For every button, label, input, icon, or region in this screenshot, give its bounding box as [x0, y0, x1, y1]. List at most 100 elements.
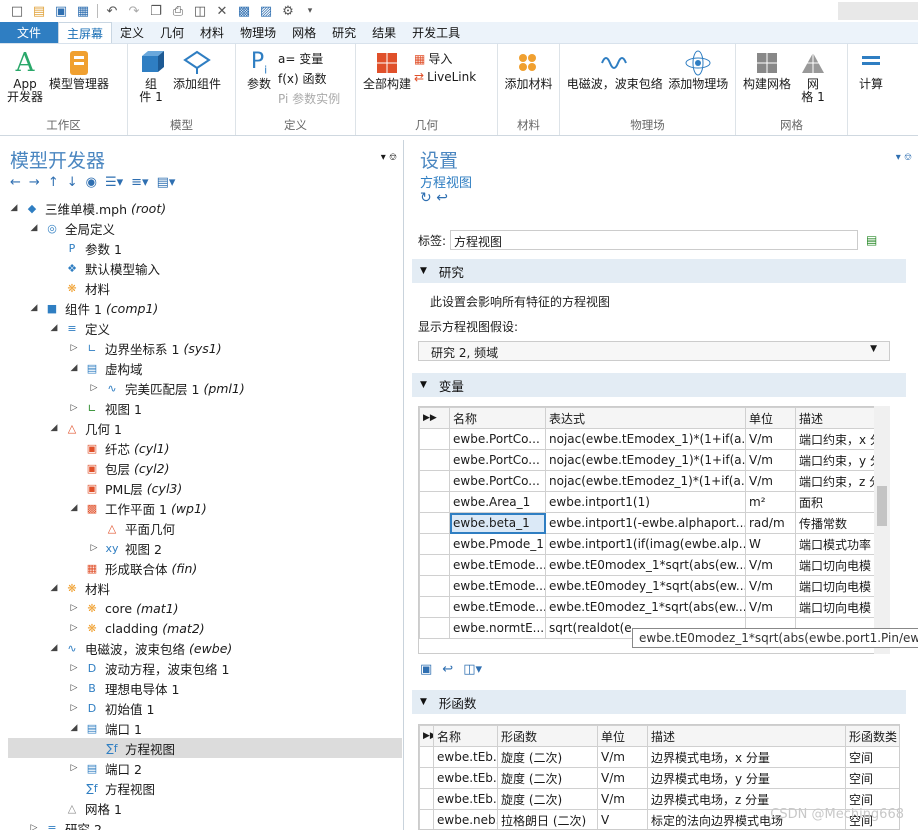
- settings-icon[interactable]: ⚙: [277, 1, 299, 21]
- table-cell[interactable]: V/m: [745, 554, 796, 576]
- tree-item[interactable]: ◢ ■ 组件 1 (comp1): [8, 298, 402, 318]
- save-as-icon[interactable]: ▦: [72, 1, 94, 21]
- tab-physics[interactable]: 物理场: [232, 22, 284, 43]
- column-header[interactable]: 描述: [647, 725, 846, 747]
- table-cell[interactable]: ewbe.tE0modey_1*sqrt(abs(ew...: [545, 575, 746, 597]
- study-section-header[interactable]: ▼ 研究: [412, 259, 906, 283]
- tree-item[interactable]: ∑f 方程视图: [8, 738, 402, 758]
- paste-icon[interactable]: ⎙: [167, 1, 189, 21]
- redo-icon[interactable]: ↷: [123, 1, 145, 21]
- expanded-arrow-icon[interactable]: ◢: [48, 583, 60, 593]
- table-cell[interactable]: ewbe.tEmode...: [449, 596, 546, 618]
- column-header[interactable]: 单位: [745, 407, 796, 429]
- table-row[interactable]: ewbe.tEb...旋度 (二次)V/m边界模式电场，x 分量空间: [419, 746, 899, 768]
- tree-item[interactable]: ∑f 方程视图: [8, 778, 402, 798]
- tree-item[interactable]: ▣ PML层 (cyl3): [8, 478, 402, 498]
- table-row[interactable]: ewbe.Pmode_1 ewbe.intport1(if(imag(ewbe.a…: [419, 533, 889, 555]
- tab-home[interactable]: 主屏幕: [58, 22, 113, 43]
- tab-mesh[interactable]: 网格: [284, 22, 324, 43]
- tree-item[interactable]: ▷ xy 视图 2: [8, 538, 402, 558]
- collapsed-arrow-icon[interactable]: ▷: [68, 703, 80, 713]
- dropdown-icon[interactable]: ▾: [299, 1, 321, 21]
- up-arrow-icon[interactable]: ↑: [48, 175, 59, 190]
- tree-item[interactable]: ◢ ▩ 工作平面 1 (wp1): [8, 498, 402, 518]
- save-icon[interactable]: ▣: [50, 1, 72, 21]
- table-cell[interactable]: m²: [745, 491, 796, 513]
- table-cell[interactable]: ewbe.tEmode...: [449, 575, 546, 597]
- tree-item[interactable]: ▷ ▤ 端口 2: [8, 758, 402, 778]
- tree-item[interactable]: ▷ ≡ 研究 2: [8, 818, 402, 830]
- tree-item[interactable]: △ 平面几何: [8, 518, 402, 538]
- expand-icon[interactable]: ☰▾: [105, 175, 123, 190]
- label-input[interactable]: 方程视图: [450, 230, 859, 250]
- eye-icon[interactable]: ◉: [86, 175, 97, 190]
- new-file-icon[interactable]: □: [6, 1, 28, 21]
- livelink-button[interactable]: ⇄ LiveLink: [414, 70, 486, 84]
- down-arrow-icon[interactable]: ↓: [67, 175, 78, 190]
- table-row[interactable]: ewbe.beta_1 ewbe.intport1(-ewbe.alphaport…: [419, 512, 889, 534]
- expanded-arrow-icon[interactable]: ◢: [68, 723, 80, 733]
- tab-materials[interactable]: 材料: [192, 22, 232, 43]
- table-cell[interactable]: nojac(ewbe.tEmodex_1)*(1+if(a...: [545, 428, 746, 450]
- table-row[interactable]: ewbe.PortCo... nojac(ewbe.tEmodey_1)*(1+i…: [419, 449, 889, 471]
- table-cell[interactable]: ewbe.tEmode...: [449, 554, 546, 576]
- collapsed-arrow-icon[interactable]: ▷: [68, 763, 80, 773]
- expanded-arrow-icon[interactable]: ◢: [28, 223, 40, 233]
- tree-item[interactable]: ◢ ❋ 材料: [8, 578, 402, 598]
- save-icon[interactable]: ▣: [420, 662, 432, 677]
- table-row[interactable]: ewbe.PortCo... nojac(ewbe.tEmodez_1)*(1+i…: [419, 470, 889, 492]
- table-cell[interactable]: 旋度 (二次): [497, 746, 598, 768]
- import-button[interactable]: ▦ 导入: [414, 50, 486, 67]
- open-folder-icon[interactable]: ▤: [28, 1, 50, 21]
- tree-item[interactable]: ▷ ❋ cladding (mat2): [8, 618, 402, 638]
- column-header[interactable]: 形函数: [497, 725, 598, 747]
- table-cell[interactable]: ewbe.normtE...: [449, 617, 546, 639]
- tree-item[interactable]: ▣ 纤芯 (cyl1): [8, 438, 402, 458]
- table-cell[interactable]: ewbe.tEb...: [433, 767, 498, 789]
- tree-item[interactable]: ▷ ∟ 视图 1: [8, 398, 402, 418]
- table-cell[interactable]: V/m: [745, 428, 796, 450]
- table-cell[interactable]: ewbe.tEb...: [433, 746, 498, 768]
- vertical-scrollbar[interactable]: [874, 406, 890, 654]
- tree-item[interactable]: ◢ ▤ 端口 1: [8, 718, 402, 738]
- tree-item[interactable]: ◢ ≡ 定义: [8, 318, 402, 338]
- reset-icon[interactable]: ↩: [436, 190, 448, 206]
- column-header[interactable]: 名称: [433, 725, 498, 747]
- reset-icon[interactable]: ↩: [442, 662, 453, 677]
- tree-item[interactable]: ▷ ∿ 完美匹配层 1 (pml1): [8, 378, 402, 398]
- table-cell[interactable]: 边界模式电场，x 分量: [647, 746, 846, 768]
- forward-arrow-icon[interactable]: →: [29, 175, 40, 190]
- expanded-arrow-icon[interactable]: ◢: [48, 323, 60, 333]
- column-layout-icon[interactable]: ◫▾: [463, 662, 482, 677]
- table-cell[interactable]: 旋度 (二次): [497, 788, 598, 810]
- tree-item[interactable]: ❋ 材料: [8, 278, 402, 298]
- scrollbar-thumb[interactable]: [877, 486, 887, 526]
- table-cell[interactable]: ewbe.neb...: [433, 809, 498, 829]
- tab-results[interactable]: 结果: [364, 22, 404, 43]
- table-cell[interactable]: W: [745, 533, 796, 555]
- table-cell[interactable]: ewbe.Area_1: [449, 491, 546, 513]
- tree-item[interactable]: ▷ D 初始值 1: [8, 698, 402, 718]
- pin-icon[interactable]: ▾ ⎊: [896, 152, 912, 163]
- table-cell[interactable]: V/m: [745, 449, 796, 471]
- refresh-icon[interactable]: ↻: [420, 190, 432, 206]
- tree-item[interactable]: ◢ △ 几何 1: [8, 418, 402, 438]
- table-cell[interactable]: ewbe.PortCo...: [449, 428, 546, 450]
- table-cell[interactable]: rad/m: [745, 512, 796, 534]
- tree-item[interactable]: ▦ 形成联合体 (fin): [8, 558, 402, 578]
- tab-geometry[interactable]: 几何: [152, 22, 192, 43]
- table-row[interactable]: ewbe.tEmode... ewbe.tE0modez_1*sqrt(abs(e…: [419, 596, 889, 618]
- copy-icon[interactable]: ❐: [145, 1, 167, 21]
- file-menu[interactable]: 文件: [0, 22, 58, 43]
- table-row[interactable]: ewbe.tEmode... ewbe.tE0modex_1*sqrt(abs(e…: [419, 554, 889, 576]
- tree-item[interactable]: ▷ ∟ 边界坐标系 1 (sys1): [8, 338, 402, 358]
- tree-item[interactable]: P 参数 1: [8, 238, 402, 258]
- tree-item[interactable]: ▷ B 理想电导体 1: [8, 678, 402, 698]
- table-cell[interactable]: ewbe.tE0modex_1*sqrt(abs(ew...: [545, 554, 746, 576]
- variables-button[interactable]: a= 变量: [278, 50, 350, 67]
- pin-icon[interactable]: ▾ ⎊: [381, 152, 397, 163]
- collapsed-arrow-icon[interactable]: ▷: [68, 603, 80, 613]
- tree-item[interactable]: △ 网格 1: [8, 798, 402, 818]
- column-header[interactable]: 单位: [597, 725, 648, 747]
- table-cell[interactable]: ewbe.tEb...: [433, 788, 498, 810]
